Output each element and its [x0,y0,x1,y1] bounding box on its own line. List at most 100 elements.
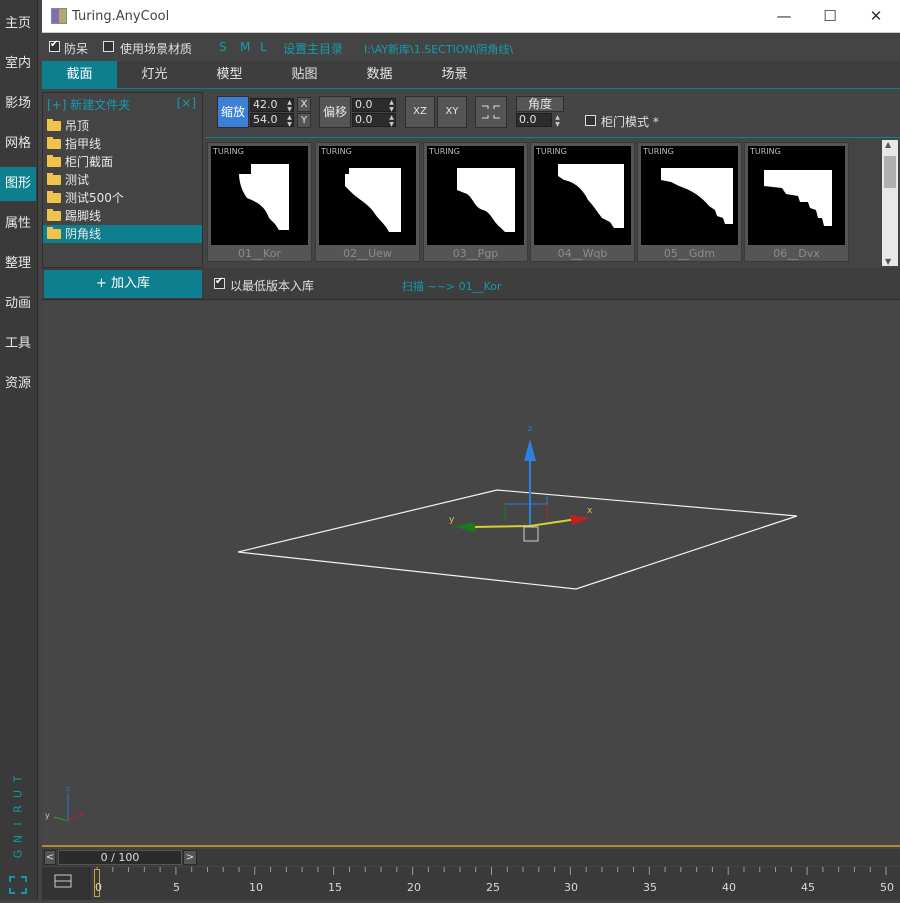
prev-frame-button[interactable]: < [44,850,56,865]
gallery-thumb[interactable]: TURING 05__Gdm [637,142,742,262]
tick-label: 35 [643,881,657,894]
left-menu: 主页 室内 影场 网格 图形 属性 整理 动画 工具 资源 TURING [0,0,38,900]
plane-xz-button[interactable]: XZ [405,96,435,128]
profile-preview: TURING [748,146,845,245]
time-slider[interactable]: 0 / 100 [58,850,182,865]
anti-dull-checkbox[interactable] [49,39,60,52]
cabinet-mode-label: 柜门模式 * [601,115,659,129]
thumb-label: 06__Dvx [773,247,820,260]
gallery-thumb[interactable]: TURING 02__Uew [315,142,420,262]
profile-shape [457,168,515,232]
scene-material-checkbox[interactable] [103,41,114,52]
menu-item-home[interactable]: 主页 [0,7,36,41]
tick-label: 25 [486,881,500,894]
plane-xy-button[interactable]: XY [437,96,467,128]
angle-input[interactable]: 0.0 [516,113,552,127]
menu-item-mesh[interactable]: 网格 [0,127,36,161]
gallery-thumb[interactable]: TURING 04__Wqb [530,142,635,262]
profile-shape [239,164,289,230]
profile-preview: TURING [319,146,416,245]
thumb-label: 04__Wqb [557,247,608,260]
tick-label: 40 [722,881,736,894]
gallery-thumb[interactable]: TURING 03__Pgp [423,142,528,262]
tree-folder[interactable]: 测试500个 [43,189,202,207]
scroll-up-icon[interactable]: ▲ [885,140,891,149]
profile-gallery: TURING 01__Kor TURING 02__Uew TURING 03_… [205,137,900,267]
tab-data[interactable]: 数据 [342,61,417,89]
tree-folder[interactable]: 柜门截面 [43,153,202,171]
scale-button[interactable]: 缩放 [217,96,249,128]
tick-label: 30 [564,881,578,894]
minimize-button[interactable]: — [761,4,807,28]
maximize-button[interactable]: ☐ [807,4,853,28]
select-region-icon[interactable] [9,876,27,894]
profile-preview: TURING [211,146,308,245]
lowest-version-checkbox[interactable] [214,276,225,289]
gallery-thumb[interactable]: TURING 01__Kor [207,142,312,262]
scroll-thumb[interactable] [884,156,896,188]
size-s-button[interactable]: S [219,40,227,54]
tree-folder-selected[interactable]: 阴角线 [43,225,202,243]
title-bar: Turing.AnyCool — ☐ ✕ [42,0,900,33]
spinner-arrows[interactable]: ▲ ▼ [387,114,396,128]
folder-icon [47,227,61,239]
next-frame-button[interactable]: > [183,850,197,865]
folder-icon [47,155,61,167]
menu-item-animation[interactable]: 动画 [0,287,36,321]
spinner-arrows[interactable]: ▲ ▼ [387,99,396,113]
tab-scene[interactable]: 场景 [417,61,492,89]
tab-lights[interactable]: 灯光 [117,61,192,89]
size-m-button[interactable]: M [240,40,250,54]
tab-textures[interactable]: 贴图 [267,61,342,89]
tick-label: 20 [407,881,421,894]
brand-vertical: TURING [8,770,28,860]
menu-item-studio[interactable]: 影场 [0,87,36,121]
svg-text:x: x [79,809,84,818]
gallery-scrollbar[interactable]: ▲ ▼ [882,140,898,266]
spinner-arrows[interactable]: ▲ ▼ [285,114,294,128]
tree-folder[interactable]: 踢脚线 [43,207,202,225]
transform-gizmo[interactable]: z x y [449,424,593,542]
thumb-label: 02__Uew [343,247,392,260]
menu-item-interior[interactable]: 室内 [0,47,36,81]
corner-align-button[interactable] [475,96,507,128]
folder-icon [47,191,61,203]
axis-x-toggle[interactable]: X [297,97,311,112]
thumb-label: 05__Gdm [663,247,716,260]
folder-icon [47,119,61,131]
spinner-arrows[interactable]: ▲ ▼ [285,99,294,113]
gallery-thumb[interactable]: TURING 06__Dvx [744,142,849,262]
tree-folder[interactable]: 测试 [43,171,202,189]
tree-folder[interactable]: 吊顶 [43,117,202,135]
timeline-ruler[interactable]: 0 5 10 15 20 25 30 35 40 45 50 [42,867,900,900]
tab-section[interactable]: 截面 [42,61,117,89]
angle-button[interactable]: 角度 [516,96,564,112]
close-button[interactable]: ✕ [853,4,899,28]
add-to-library-button[interactable]: + 加入库 [44,270,202,298]
menu-item-shape[interactable]: 图形 [0,167,36,201]
cabinet-mode-checkbox[interactable] [585,115,596,126]
tab-models[interactable]: 模型 [192,61,267,89]
menu-item-tools[interactable]: 工具 [0,327,36,361]
profile-shape [661,168,733,224]
folder-icon [47,173,61,185]
section-controls: 缩放 42.0 ▲ ▼ 54.0 ▲ ▼ X Y 偏移 0.0 ▲ ▼ 0.0 ▲ ▼ … [205,92,900,136]
menu-item-resources[interactable]: 资源 [0,367,36,401]
offset-button[interactable]: 偏移 [319,96,351,128]
3d-viewport[interactable]: z x y z x y [42,301,900,847]
time-slider-bar: < 0 / 100 > [42,849,900,866]
brand-letter: G [11,846,25,859]
set-main-dir-link[interactable]: 设置主目录 [283,40,343,57]
spinner-arrows[interactable]: ▲ ▼ [553,114,562,128]
scan-status: 扫描 ~~> 01__Kor [402,280,502,293]
tree-folder[interactable]: 指甲线 [43,135,202,153]
new-folder-button[interactable]: [+] 新建文件夹 [47,96,130,113]
scroll-down-icon[interactable]: ▼ [885,257,891,266]
menu-item-properties[interactable]: 属性 [0,207,36,241]
menu-item-organize[interactable]: 整理 [0,247,36,281]
size-l-button[interactable]: L [260,40,267,54]
tree-close-button[interactable]: [×] [177,96,196,110]
profile-preview: TURING [641,146,738,245]
axis-y-toggle[interactable]: Y [297,113,311,128]
viewport-canvas[interactable]: z x y z x y [42,301,900,847]
